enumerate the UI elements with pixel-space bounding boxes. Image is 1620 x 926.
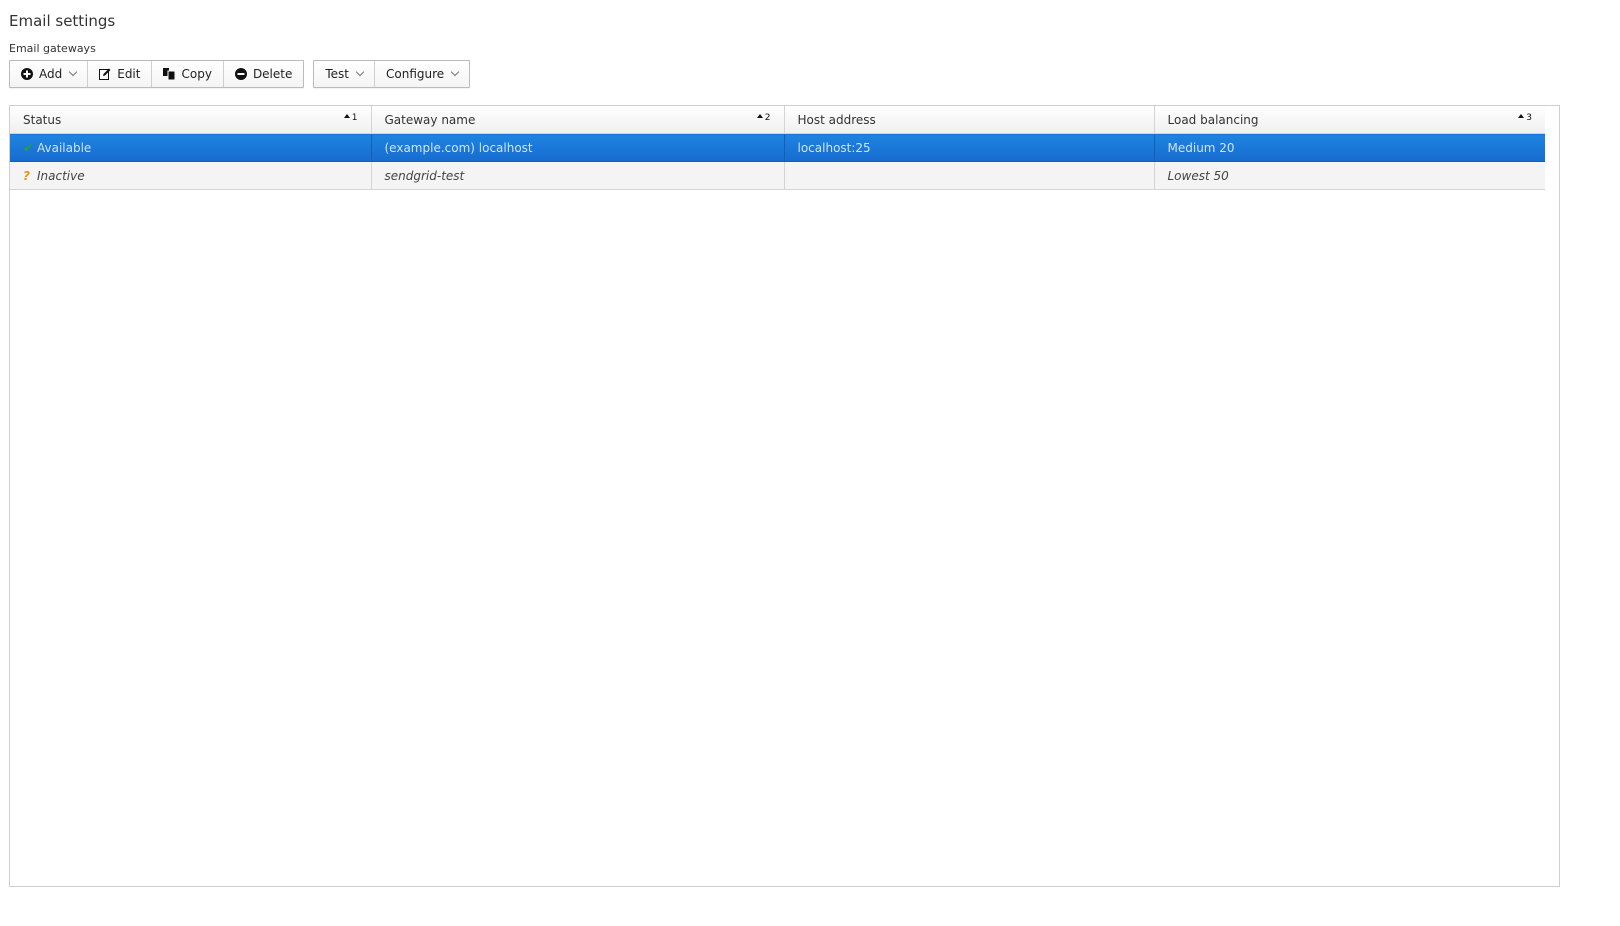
sort-asc-icon [1518, 114, 1525, 118]
sort-order: 3 [1526, 113, 1532, 123]
chevron-down-icon [355, 67, 365, 77]
delete-label: Delete [252, 67, 293, 81]
plus-circle-icon [21, 68, 33, 80]
table-header-row: Status 1 Gateway name 2 Host address Loa… [10, 106, 1545, 134]
edit-button[interactable]: Edit [88, 61, 153, 87]
host-address-cell [784, 161, 1155, 190]
table-row[interactable]: ✔ Available (example.com) localhost local… [10, 133, 1545, 162]
email-gateways-table: Status 1 Gateway name 2 Host address Loa… [10, 106, 1545, 190]
gateway-name-cell: sendgrid-test [371, 161, 785, 190]
column-header-status[interactable]: Status 1 [10, 106, 372, 134]
column-header-host-address[interactable]: Host address [784, 106, 1155, 134]
section-label: Email gateways [9, 42, 96, 55]
load-balancing-cell: Lowest 50 [1154, 161, 1545, 190]
status-text: Inactive [37, 168, 85, 183]
sort-order: 2 [764, 113, 771, 123]
copy-icon [163, 68, 176, 80]
edit-icon [99, 68, 111, 80]
configure-label: Configure [386, 67, 445, 81]
sort-asc-icon [343, 114, 350, 118]
check-icon: ✔ [23, 140, 34, 155]
edit-button-group: Add Edit Copy Delete [9, 60, 305, 88]
email-gateways-grid: Status 1 Gateway name 2 Host address Loa… [9, 105, 1560, 887]
minus-circle-icon [234, 68, 247, 80]
copy-label: Copy [181, 67, 212, 81]
add-button[interactable]: Add [10, 61, 89, 87]
page-title: Email settings [9, 12, 116, 30]
sort-indicator: 3 [1518, 113, 1532, 123]
toolbar: Add Edit Copy Delete Test Configure [9, 60, 471, 88]
copy-button[interactable]: Copy [152, 61, 224, 87]
column-label: Gateway name [384, 112, 476, 127]
sort-order: 1 [351, 113, 358, 123]
edit-label: Edit [117, 67, 141, 81]
chevron-down-icon [68, 67, 78, 77]
chevron-down-icon [450, 67, 460, 77]
gateway-name-cell: (example.com) localhost [371, 133, 785, 162]
delete-button[interactable]: Delete [224, 61, 303, 87]
sort-indicator: 2 [756, 113, 771, 123]
column-label: Load balancing [1167, 112, 1259, 127]
test-label: Test [325, 67, 350, 81]
table-row[interactable]: ? Inactive sendgrid-test Lowest 50 [10, 161, 1545, 190]
load-balancing-cell: Medium 20 [1154, 133, 1545, 162]
column-label: Status [23, 112, 62, 127]
column-label: Host address [797, 112, 876, 127]
column-header-load-balancing[interactable]: Load balancing 3 [1154, 106, 1545, 134]
sort-asc-icon [756, 114, 763, 118]
configure-button[interactable]: Configure [375, 61, 469, 87]
action-button-group: Test Configure [313, 60, 471, 88]
test-button[interactable]: Test [314, 61, 376, 87]
add-label: Add [39, 67, 63, 81]
status-cell: ? Inactive [10, 161, 372, 190]
host-address-cell: localhost:25 [784, 133, 1155, 162]
column-header-gateway-name[interactable]: Gateway name 2 [371, 106, 785, 134]
status-text: Available [37, 140, 92, 155]
status-cell: ✔ Available [10, 133, 372, 162]
question-icon: ? [23, 168, 30, 183]
sort-indicator: 1 [343, 113, 358, 123]
